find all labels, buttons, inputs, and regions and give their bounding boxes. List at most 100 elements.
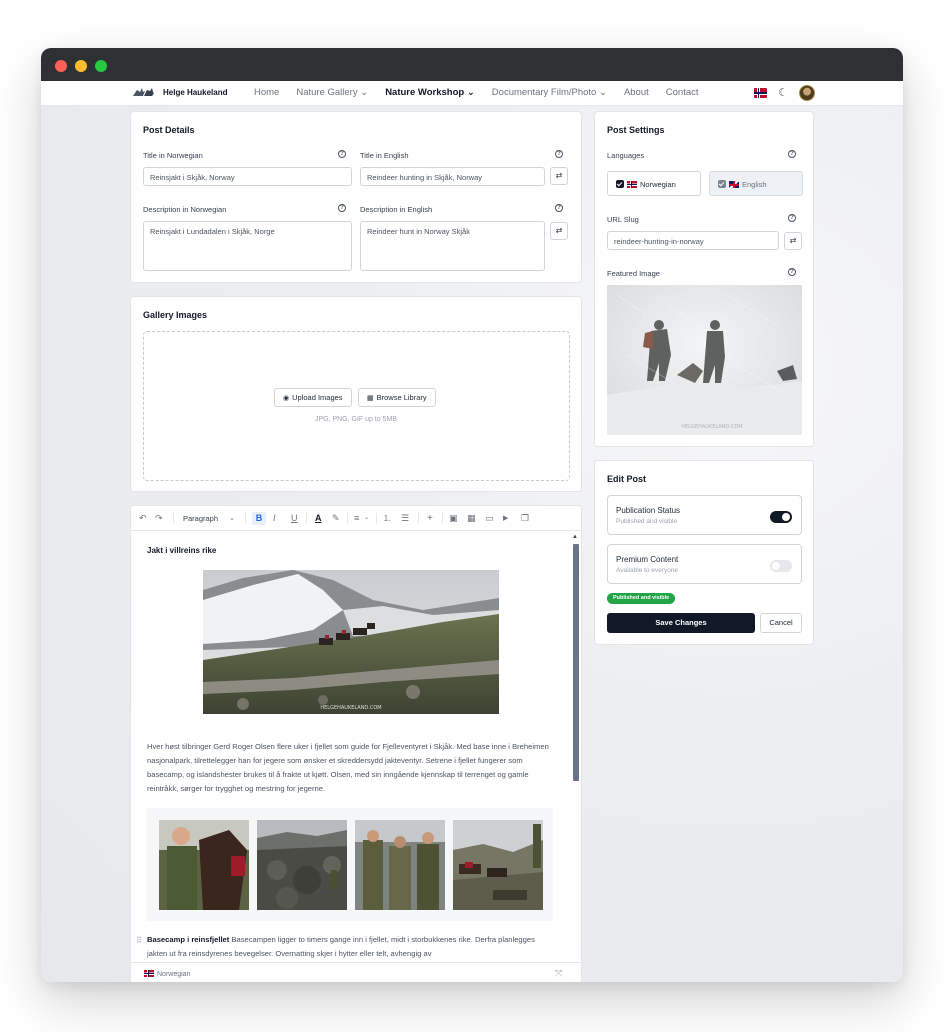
editor-paragraph-2: Basecamp i reinsfjellet Basecampen ligge… [147, 933, 555, 961]
editor-language-label: Norwegian [157, 971, 191, 978]
desc-en-label: Description in English [360, 205, 433, 214]
desc-en-textarea[interactable]: Reindeer hunt in Norway Skjåk [360, 221, 545, 271]
premium-content-title: Premium Content [616, 555, 679, 564]
hunters-in-snowstorm-photo: HELGEHAUKELAND.COM [607, 285, 802, 435]
insert-icon[interactable]: + [427, 512, 433, 525]
horses-mountain-photo: HELGEHAUKELAND.COM [203, 570, 499, 714]
featured-image[interactable]: HELGEHAUKELAND.COM [607, 285, 802, 435]
publication-status-subtitle: Published and visible [616, 518, 678, 525]
title-en-input[interactable]: Reindeer hunting in Skjåk, Norway [360, 167, 545, 186]
browse-library-label: Browse Library [376, 393, 427, 402]
nav-right: ☾ [754, 85, 815, 101]
chevron-down-icon[interactable]: ⌄ [364, 512, 369, 525]
generate-slug-button[interactable]: ⇄ [784, 232, 802, 250]
underline-button[interactable]: U [291, 512, 298, 525]
library-icon: ▦ [367, 395, 374, 402]
editor-heading: Jakt i villreins rike [147, 546, 217, 555]
video-icon[interactable]: ▶ [503, 512, 508, 525]
nav-home[interactable]: Home [254, 87, 279, 98]
editor-toolbar: ↶ ↷ Paragraph ⌄ B I U A ✎ ≡ ⌄ ⒈ ☰ + ▣ ▦ … [131, 506, 581, 531]
featured-image-label: Featured Image [607, 269, 660, 278]
help-icon[interactable]: ? [338, 150, 346, 158]
more-icon[interactable]: ❐ [521, 512, 529, 525]
ordered-list-icon[interactable]: ⒈ [383, 512, 391, 525]
highlight-icon[interactable]: ✎ [332, 512, 340, 525]
scrollbar-thumb[interactable] [573, 544, 579, 781]
desc-no-textarea[interactable]: Reinsjakt i Lundadalen i Skjåk, Norge [143, 221, 352, 271]
close-window-button[interactable] [55, 60, 67, 72]
undo-icon[interactable]: ↶ [139, 512, 147, 525]
gallery-thumb[interactable] [355, 820, 445, 910]
redo-icon[interactable]: ↷ [155, 512, 163, 525]
nav-nature-workshop[interactable]: Nature Workshop ⌄ [385, 87, 475, 98]
drag-handle-icon[interactable]: ⠿ [136, 936, 142, 945]
image-dropzone[interactable]: ◉ Upload Images ▦ Browse Library JPG, PNG,… [143, 331, 570, 481]
save-changes-button[interactable]: Save Changes [607, 613, 755, 633]
help-icon[interactable]: ? [338, 204, 346, 212]
text-color-icon[interactable]: A [315, 512, 322, 525]
gallery-title: Gallery Images [143, 310, 208, 320]
language-english-toggle[interactable]: English [709, 171, 803, 196]
norway-flag-icon [144, 970, 154, 977]
nav-about[interactable]: About [624, 87, 649, 98]
gallery-thumb[interactable] [159, 820, 249, 910]
expand-icon[interactable]: ⤧ [555, 968, 562, 979]
window-titlebar [41, 48, 903, 81]
moon-icon[interactable]: ☾ [777, 87, 789, 99]
upload-images-button[interactable]: ◉ Upload Images [274, 388, 352, 407]
editor-content[interactable]: Jakt i villreins rike HELGEHAUKELAND.COM… [131, 532, 571, 962]
checkbox-icon [616, 180, 624, 188]
paragraph-bold-lead: Basecamp i reinsfjellet [147, 935, 230, 944]
image-icon[interactable]: ▣ [449, 512, 458, 525]
upload-hint: JPG, PNG, GIF up to 5MB [314, 416, 398, 423]
language-norwegian-toggle[interactable]: Norwegian [607, 171, 701, 196]
publication-toggle[interactable] [770, 511, 792, 523]
nav-documentary[interactable]: Documentary Film/Photo ⌄ [492, 87, 607, 98]
help-icon[interactable]: ? [555, 150, 563, 158]
lang-no-label: Norwegian [640, 180, 676, 189]
translate-title-button[interactable]: ⇄ [550, 167, 568, 185]
bold-button[interactable]: B [252, 512, 266, 525]
align-icon[interactable]: ≡ [354, 512, 359, 525]
post-details-title: Post Details [143, 125, 195, 135]
editor-language[interactable]: Norwegian [144, 970, 190, 978]
gallery-icon[interactable]: ▦ [467, 512, 476, 525]
edit-post-card: Edit Post Publication Status Published a… [594, 460, 814, 645]
title-no-input[interactable]: Reinsjakt i Skjåk, Norway [143, 167, 352, 186]
slug-input[interactable]: reindeer-hunting-in-norway [607, 231, 779, 250]
minimize-window-button[interactable] [75, 60, 87, 72]
cancel-button[interactable]: Cancel [760, 613, 802, 633]
help-icon[interactable]: ? [788, 150, 796, 158]
image-gallery-block[interactable] [147, 808, 553, 921]
block-type-select[interactable]: Paragraph [183, 512, 218, 525]
scroll-up-icon[interactable]: ▲ [572, 534, 578, 540]
embed-icon[interactable]: ▭ [485, 512, 494, 525]
gallery-thumb[interactable] [257, 820, 347, 910]
nav-nature-gallery[interactable]: Nature Gallery ⌄ [296, 87, 368, 98]
premium-content-subtitle: Available to everyone [616, 567, 679, 574]
title-en-label: Title in English [360, 151, 409, 160]
browse-library-button[interactable]: ▦ Browse Library [358, 388, 436, 407]
maximize-window-button[interactable] [95, 60, 107, 72]
gallery-images-card: Gallery Images ◉ Upload Images ▦ Browse Li… [130, 296, 582, 492]
gallery-thumb[interactable] [453, 820, 543, 910]
norway-flag-icon[interactable] [754, 88, 767, 98]
publication-status-box: Publication Status Published and visible [607, 495, 802, 535]
bullet-list-icon[interactable]: ☰ [401, 512, 409, 525]
guide-with-horse-photo [159, 820, 249, 910]
horses-mountain-image[interactable]: HELGEHAUKELAND.COM [203, 570, 499, 714]
chevron-down-icon[interactable]: ⌄ [229, 512, 235, 525]
avatar[interactable] [799, 85, 815, 101]
premium-toggle[interactable] [770, 560, 792, 572]
site-navbar: Helge Haukeland Home Nature Gallery ⌄ Na… [41, 81, 903, 106]
help-icon[interactable]: ? [555, 204, 563, 212]
help-icon[interactable]: ? [788, 214, 796, 222]
title-no-label: Title in Norwegian [143, 151, 203, 160]
nav-contact[interactable]: Contact [666, 87, 699, 98]
italic-button[interactable]: I [273, 512, 276, 525]
help-icon[interactable]: ? [788, 268, 796, 276]
brand[interactable]: Helge Haukeland [131, 86, 227, 98]
translate-desc-button[interactable]: ⇄ [550, 222, 568, 240]
post-details-card: Post Details Title in Norwegian ? Reinsj… [130, 111, 582, 283]
desc-no-label: Description in Norwegian [143, 205, 227, 214]
